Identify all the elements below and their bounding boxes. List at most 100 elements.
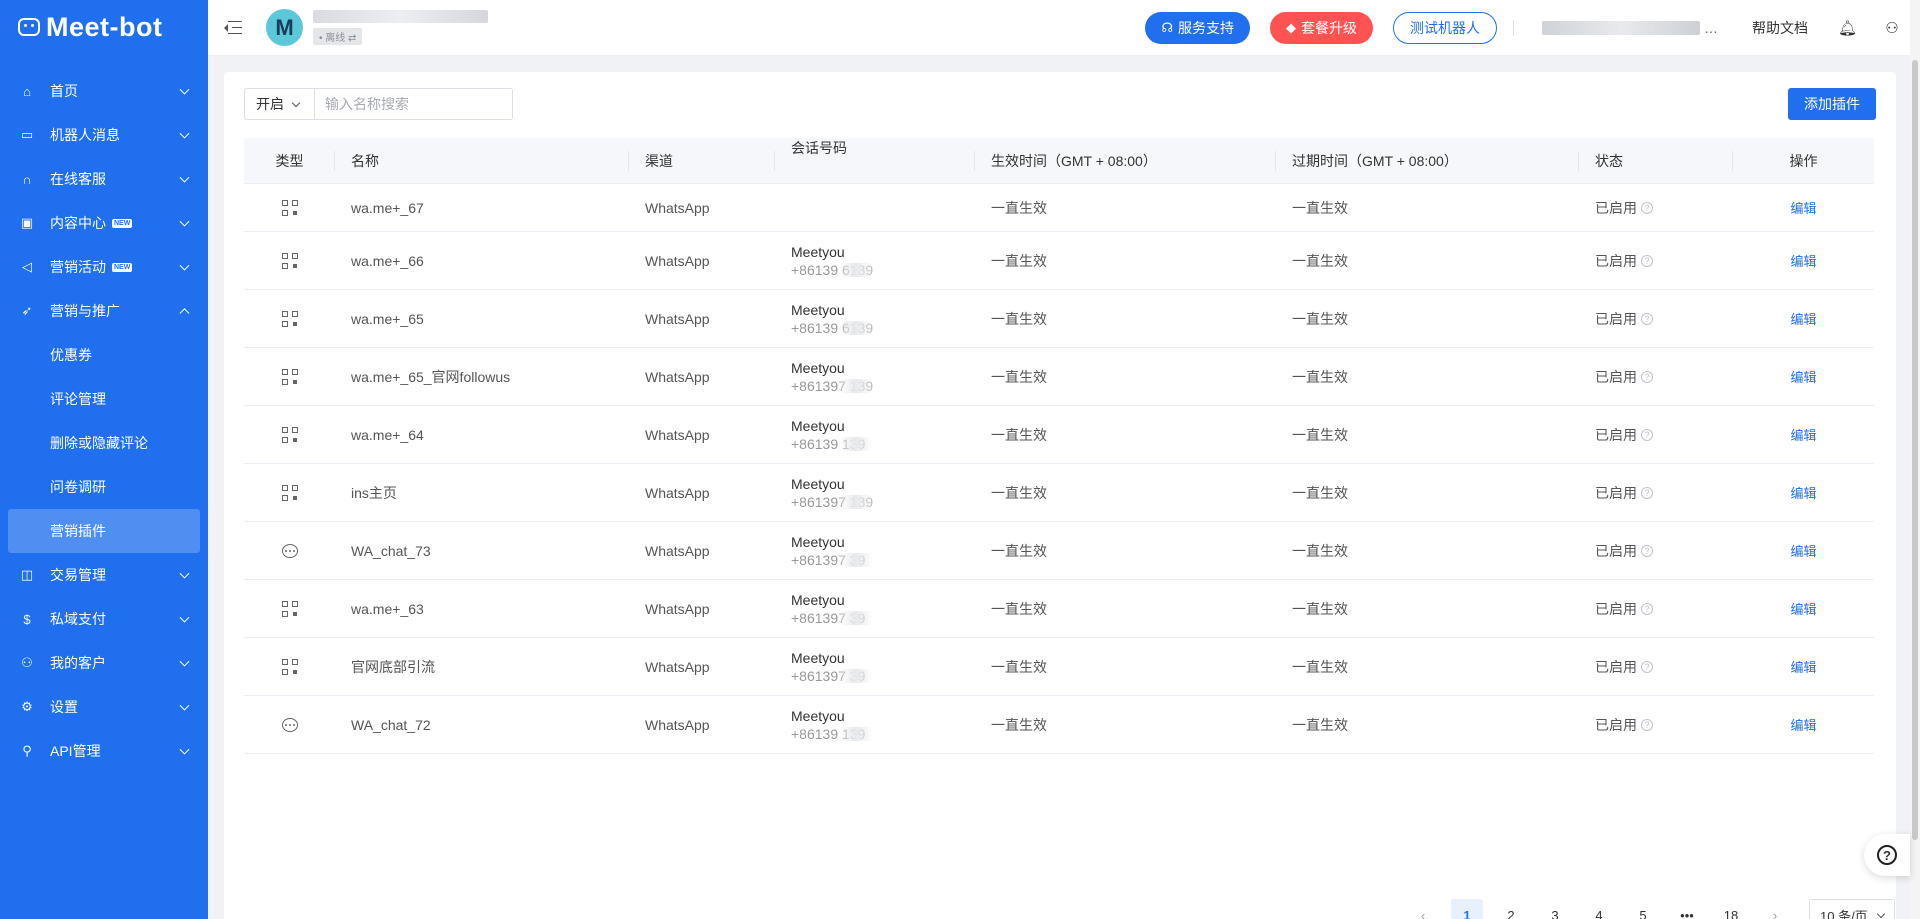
page-button-1[interactable]: 2	[1495, 899, 1527, 919]
chevron-down-icon	[179, 744, 190, 755]
status-cell: 已启用?	[1579, 657, 1733, 677]
account-info[interactable]: • 离线 ⇄	[313, 10, 488, 45]
support-button[interactable]: ☊ 服务支持	[1145, 11, 1250, 44]
sidebar-item-4[interactable]: ◁ 营销活动 NEW	[0, 245, 208, 289]
user-icon[interactable]: ⚇	[1884, 19, 1900, 37]
edit-link[interactable]: 编辑	[1790, 198, 1816, 217]
sidebar-subitem-0[interactable]: 优惠券	[0, 333, 208, 377]
account-avatar[interactable]: M	[266, 9, 303, 46]
scrollbar-thumb[interactable]	[1912, 60, 1918, 840]
blurred-account-id[interactable]	[1542, 20, 1700, 35]
plugin-name: wa.me+_64	[351, 426, 424, 443]
start-time-cell: 一直生效	[991, 542, 1047, 559]
sidebar-subitem-4[interactable]: 营销插件	[8, 509, 200, 553]
sidebar-item-after-4[interactable]: ⚲ API管理	[0, 729, 208, 773]
sidebar-item-0[interactable]: ⌂ 首页	[0, 69, 208, 113]
status-text: 已启用	[1595, 484, 1637, 501]
plugin-list-card: 开启 添加插件 类型名称渠道会话号码生效时间（GMT + 08:00）过期时间（…	[224, 72, 1896, 919]
privacy-blur-mask	[839, 262, 873, 277]
help-docs-link[interactable]: 帮助文档	[1752, 18, 1808, 38]
type-cell	[244, 658, 335, 675]
table-body: wa.me+_67 WhatsApp 一直生效 一直生效 已启用? 编辑 wa.me+_66…	[244, 184, 1874, 754]
sidebar-item-label: API管理	[50, 743, 101, 759]
type-cell	[244, 484, 335, 501]
edit-link[interactable]: 编辑	[1790, 483, 1816, 502]
channel-cell: WhatsApp	[645, 426, 710, 443]
qr-code-icon	[281, 484, 298, 501]
edit-link[interactable]: 编辑	[1790, 425, 1816, 444]
help-circle-icon[interactable]: ?	[1641, 370, 1653, 383]
sidebar-item-after-0[interactable]: ◫ 交易管理	[0, 553, 208, 597]
page-size-value: 10 条/页	[1820, 908, 1868, 919]
edit-link[interactable]: 编辑	[1790, 599, 1816, 618]
page-button-6[interactable]: 18	[1715, 899, 1747, 919]
help-circle-icon[interactable]: ?	[1641, 486, 1653, 499]
test-bot-button[interactable]: 测试机器人	[1393, 11, 1497, 44]
sidebar-subitem-2[interactable]: 删除或隐藏评论	[0, 421, 208, 465]
column-header-2: 渠道	[629, 138, 775, 183]
sidebar-subitem-1[interactable]: 评论管理	[0, 377, 208, 421]
status-cell: 已启用?	[1579, 367, 1733, 387]
expire-time-cell: 一直生效	[1292, 252, 1348, 269]
collapse-menu-icon[interactable]	[224, 20, 242, 35]
upgrade-button[interactable]: ◆ 套餐升级	[1270, 11, 1373, 44]
sidebar-item-after-3[interactable]: ⚙ 设置	[0, 685, 208, 729]
page-button-2[interactable]: 3	[1539, 899, 1571, 919]
help-circle-icon[interactable]: ?	[1641, 428, 1653, 441]
brand-logo[interactable]: Meet-bot	[0, 0, 208, 54]
table-row: wa.me+_65 WhatsApp Meetyou +86139 6139 一直生效 一…	[244, 290, 1874, 348]
floating-help-button[interactable]: ?	[1864, 834, 1910, 876]
help-circle-icon[interactable]: ?	[1641, 201, 1653, 214]
sidebar-subitem-3[interactable]: 问卷调研	[0, 465, 208, 509]
sidebar-item-label: 首页	[50, 83, 78, 99]
conversation-cell: Meetyou +86139 139	[775, 417, 975, 453]
table-row: wa.me+_64 WhatsApp Meetyou +86139 139 一直生效 一直…	[244, 406, 1874, 464]
edit-link[interactable]: 编辑	[1790, 251, 1816, 270]
edit-link[interactable]: 编辑	[1790, 367, 1816, 386]
page-button-4[interactable]: 5	[1627, 899, 1659, 919]
sidebar-item-label: 营销与推广	[50, 303, 120, 319]
expire-time-cell: 一直生效	[1292, 368, 1348, 385]
help-circle-icon[interactable]: ?	[1641, 254, 1653, 267]
page-button-0[interactable]: 1	[1451, 899, 1483, 919]
table-row: wa.me+_67 WhatsApp 一直生效 一直生效 已启用? 编辑	[244, 184, 1874, 232]
column-header-0: 类型	[244, 138, 335, 183]
online-status-badge[interactable]: • 离线 ⇄	[313, 28, 363, 45]
help-circle-icon[interactable]: ?	[1641, 718, 1653, 731]
page-button-3[interactable]: 4	[1583, 899, 1615, 919]
edit-link[interactable]: 编辑	[1790, 657, 1816, 676]
help-circle-icon[interactable]: ?	[1641, 312, 1653, 325]
actions-cell: 编辑	[1733, 483, 1874, 502]
sidebar-item-after-2[interactable]: ⚇ 我的客户	[0, 641, 208, 685]
channel-cell: WhatsApp	[645, 600, 710, 617]
prev-page-button[interactable]: ‹	[1407, 899, 1439, 919]
status-filter-select[interactable]: 开启	[244, 88, 314, 120]
next-page-button[interactable]: ›	[1759, 899, 1791, 919]
sidebar-item-after-1[interactable]: $ 私域支付	[0, 597, 208, 641]
expire-time-cell: 一直生效	[1292, 600, 1348, 617]
top-header: M • 离线 ⇄ ☊ 服务支持 ◆ 套餐升级 测试机器人 … 帮助文档 🔔︎ ⚇	[208, 0, 1920, 56]
actions-cell: 编辑	[1733, 309, 1874, 328]
edit-link[interactable]: 编辑	[1790, 309, 1816, 328]
edit-link[interactable]: 编辑	[1790, 715, 1816, 734]
help-circle-icon[interactable]: ?	[1641, 544, 1653, 557]
status-cell: 已启用?	[1579, 309, 1733, 329]
status-cell: 已启用?	[1579, 198, 1733, 218]
status-cell: 已启用?	[1579, 541, 1733, 561]
name-search-input[interactable]	[314, 88, 513, 120]
sidebar-item-2[interactable]: ∩ 在线客服	[0, 157, 208, 201]
edit-link[interactable]: 编辑	[1790, 541, 1816, 560]
help-circle-icon[interactable]: ?	[1641, 660, 1653, 673]
outer-scrollbar[interactable]	[1910, 0, 1920, 56]
page-size-select[interactable]: 10 条/页	[1809, 899, 1895, 919]
help-circle-icon[interactable]: ?	[1641, 602, 1653, 615]
sidebar-item-1[interactable]: ▭ 机器人消息	[0, 113, 208, 157]
conversation-phone: +861397 139	[791, 377, 874, 394]
sidebar-item-5[interactable]: ➶ 营销与推广	[0, 289, 208, 333]
add-plugin-button[interactable]: 添加插件	[1788, 88, 1876, 120]
page-button-5[interactable]: •••	[1671, 899, 1703, 919]
bell-icon[interactable]: 🔔︎	[1838, 19, 1857, 37]
table-row: wa.me+_66 WhatsApp Meetyou +86139 6139 一直生效 一…	[244, 232, 1874, 290]
sidebar-item-3[interactable]: ▣ 内容中心 NEW	[0, 201, 208, 245]
page-scrollbar[interactable]	[1910, 56, 1920, 919]
